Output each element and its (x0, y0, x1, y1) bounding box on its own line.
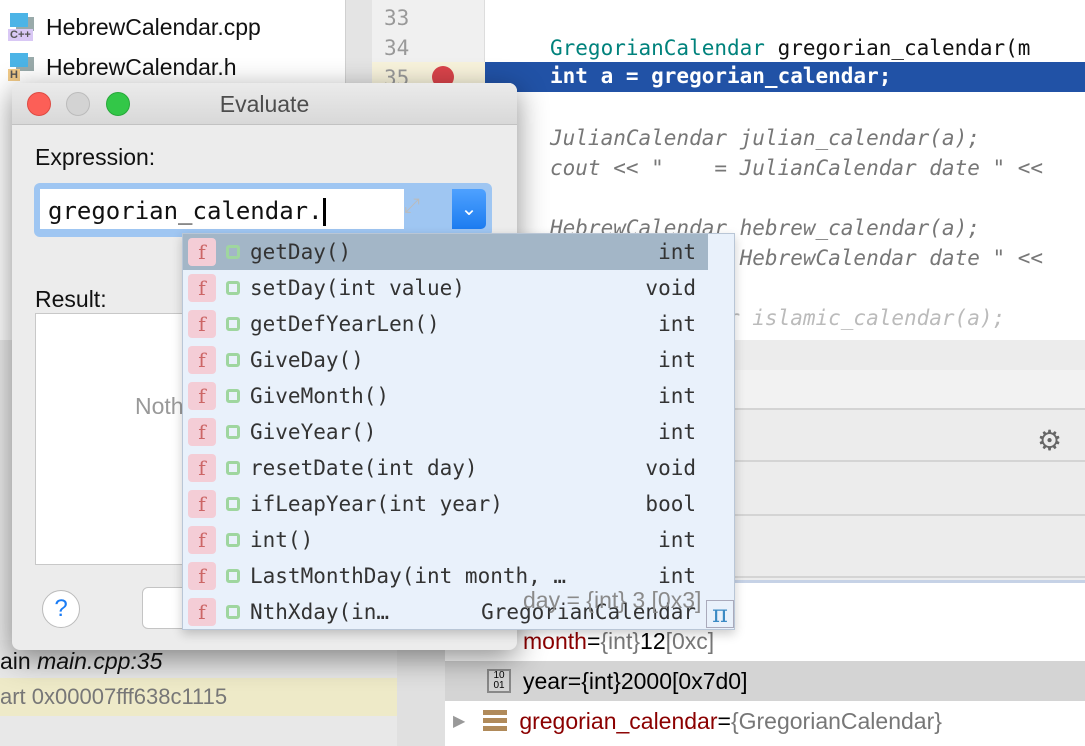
function-icon: f (188, 598, 216, 626)
expand-icon[interactable]: ⤢ (404, 195, 420, 218)
completion-name: GiveDay() (250, 348, 364, 372)
completion-popup: f getDay() int f setDay(int value) void … (182, 233, 735, 630)
function-icon: f (188, 454, 216, 482)
function-icon: f (188, 310, 216, 338)
code-line: cout << " = JulianCalendar date " << (550, 156, 1044, 180)
function-icon: f (188, 274, 216, 302)
variable-row[interactable]: ▶ gregorian_calendar = {GregorianCalendar… (445, 701, 1085, 741)
completion-item[interactable]: f resetDate(int day) void (183, 450, 708, 486)
frame-item[interactable]: ain main.cpp:35 (0, 648, 162, 675)
dialog-titlebar[interactable]: Evaluate (12, 83, 517, 125)
cpp-file-icon: C++ (8, 13, 36, 41)
code-text: gregorian_calendar(m (764, 36, 1031, 60)
completion-type: int (658, 420, 696, 444)
dialog-title: Evaluate (219, 91, 310, 117)
variable-name: day (523, 586, 561, 613)
code-type: GregorianCalendar (550, 36, 765, 60)
completion-item[interactable]: f GiveDay() int (183, 342, 708, 378)
line-number: 33 (384, 6, 410, 30)
expression-input[interactable]: gregorian_calendar. (40, 189, 404, 229)
completion-type: int (658, 240, 696, 264)
execution-line: int a = gregorian_calendar; (485, 62, 1085, 92)
text-cursor (322, 198, 326, 226)
frames-list: ain main.cpp:35 art 0x00007fff638c1115 (0, 640, 445, 746)
function-icon: f (188, 238, 216, 266)
completion-type: int (658, 312, 696, 336)
completion-type: int (658, 384, 696, 408)
completion-name: getDay() (250, 240, 352, 264)
file-item[interactable]: H HebrewCalendar.h (8, 52, 237, 82)
function-icon: f (188, 418, 216, 446)
expression-label: Expression: (35, 144, 156, 170)
completion-item[interactable]: f setDay(int value) void (183, 270, 708, 306)
completion-type: void (645, 276, 696, 300)
completion-name: resetDate(int day) (250, 456, 478, 480)
completion-name: NthXday(in… (250, 600, 390, 624)
function-icon: f (188, 562, 216, 590)
completion-type: bool (645, 492, 696, 516)
code-line: int a = gregorian_calendar; (550, 64, 892, 88)
completion-type: int (658, 348, 696, 372)
public-access-icon (226, 353, 240, 367)
public-access-icon (226, 461, 240, 475)
completion-item[interactable]: f GiveYear() int (183, 414, 708, 450)
public-access-icon (226, 425, 240, 439)
completion-item[interactable]: f int() int (183, 522, 708, 558)
public-access-icon (226, 317, 240, 331)
file-name: HebrewCalendar.h (46, 53, 237, 80)
line-number: 34 (384, 36, 410, 60)
variable-value: = {int} 3 [0x3] (566, 586, 702, 613)
function-icon: f (188, 382, 216, 410)
function-icon: f (188, 526, 216, 554)
completion-type: int (658, 528, 696, 552)
public-access-icon (226, 281, 240, 295)
header-file-icon: H (8, 53, 36, 81)
result-label: Result: (35, 286, 107, 312)
file-item[interactable]: C++ HebrewCalendar.cpp (8, 12, 261, 42)
gear-icon[interactable]: ⚙ (1037, 424, 1062, 457)
completion-type: void (645, 456, 696, 480)
completion-name: setDay(int value) (250, 276, 465, 300)
pi-icon[interactable]: π (706, 600, 734, 628)
public-access-icon (226, 533, 240, 547)
completion-name: ifLeapYear(int year) (250, 492, 503, 516)
binary-icon: 10 01 (487, 669, 511, 693)
completion-name: GiveMonth() (250, 384, 390, 408)
completion-name: getDefYearLen() (250, 312, 440, 336)
public-access-icon (226, 605, 240, 619)
completion-item[interactable]: f ifLeapYear(int year) bool (183, 486, 708, 522)
public-access-icon (226, 389, 240, 403)
struct-icon (483, 710, 508, 732)
frames-scroll[interactable] (397, 640, 445, 746)
function-icon: f (188, 346, 216, 374)
public-access-icon (226, 497, 240, 511)
expression-field[interactable]: gregorian_calendar. ⤢ ⌄ (34, 183, 492, 237)
expand-arrow-icon[interactable]: ▶ (453, 711, 465, 731)
completion-item[interactable]: f getDefYearLen() int (183, 306, 708, 342)
public-access-icon (226, 569, 240, 583)
completion-item[interactable]: f GiveMonth() int (183, 378, 708, 414)
completion-name: int() (250, 528, 314, 552)
completion-name: GiveYear() (250, 420, 377, 444)
history-dropdown-button[interactable]: ⌄ (452, 189, 486, 229)
frame-item[interactable]: art 0x00007fff638c1115 (0, 678, 445, 716)
public-access-icon (226, 245, 240, 259)
variable-row-day[interactable]: day = {int} 3 [0x3] (523, 580, 701, 620)
help-button[interactable]: ? (42, 590, 80, 628)
completion-item[interactable]: f getDay() int (183, 234, 708, 270)
file-name: HebrewCalendar.cpp (46, 13, 261, 40)
code-line: JulianCalendar julian_calendar(a); (550, 126, 980, 150)
function-icon: f (188, 490, 216, 518)
variable-row-selected[interactable]: 10 01 year = {int} 2000 [0x7d0] (445, 661, 1085, 701)
